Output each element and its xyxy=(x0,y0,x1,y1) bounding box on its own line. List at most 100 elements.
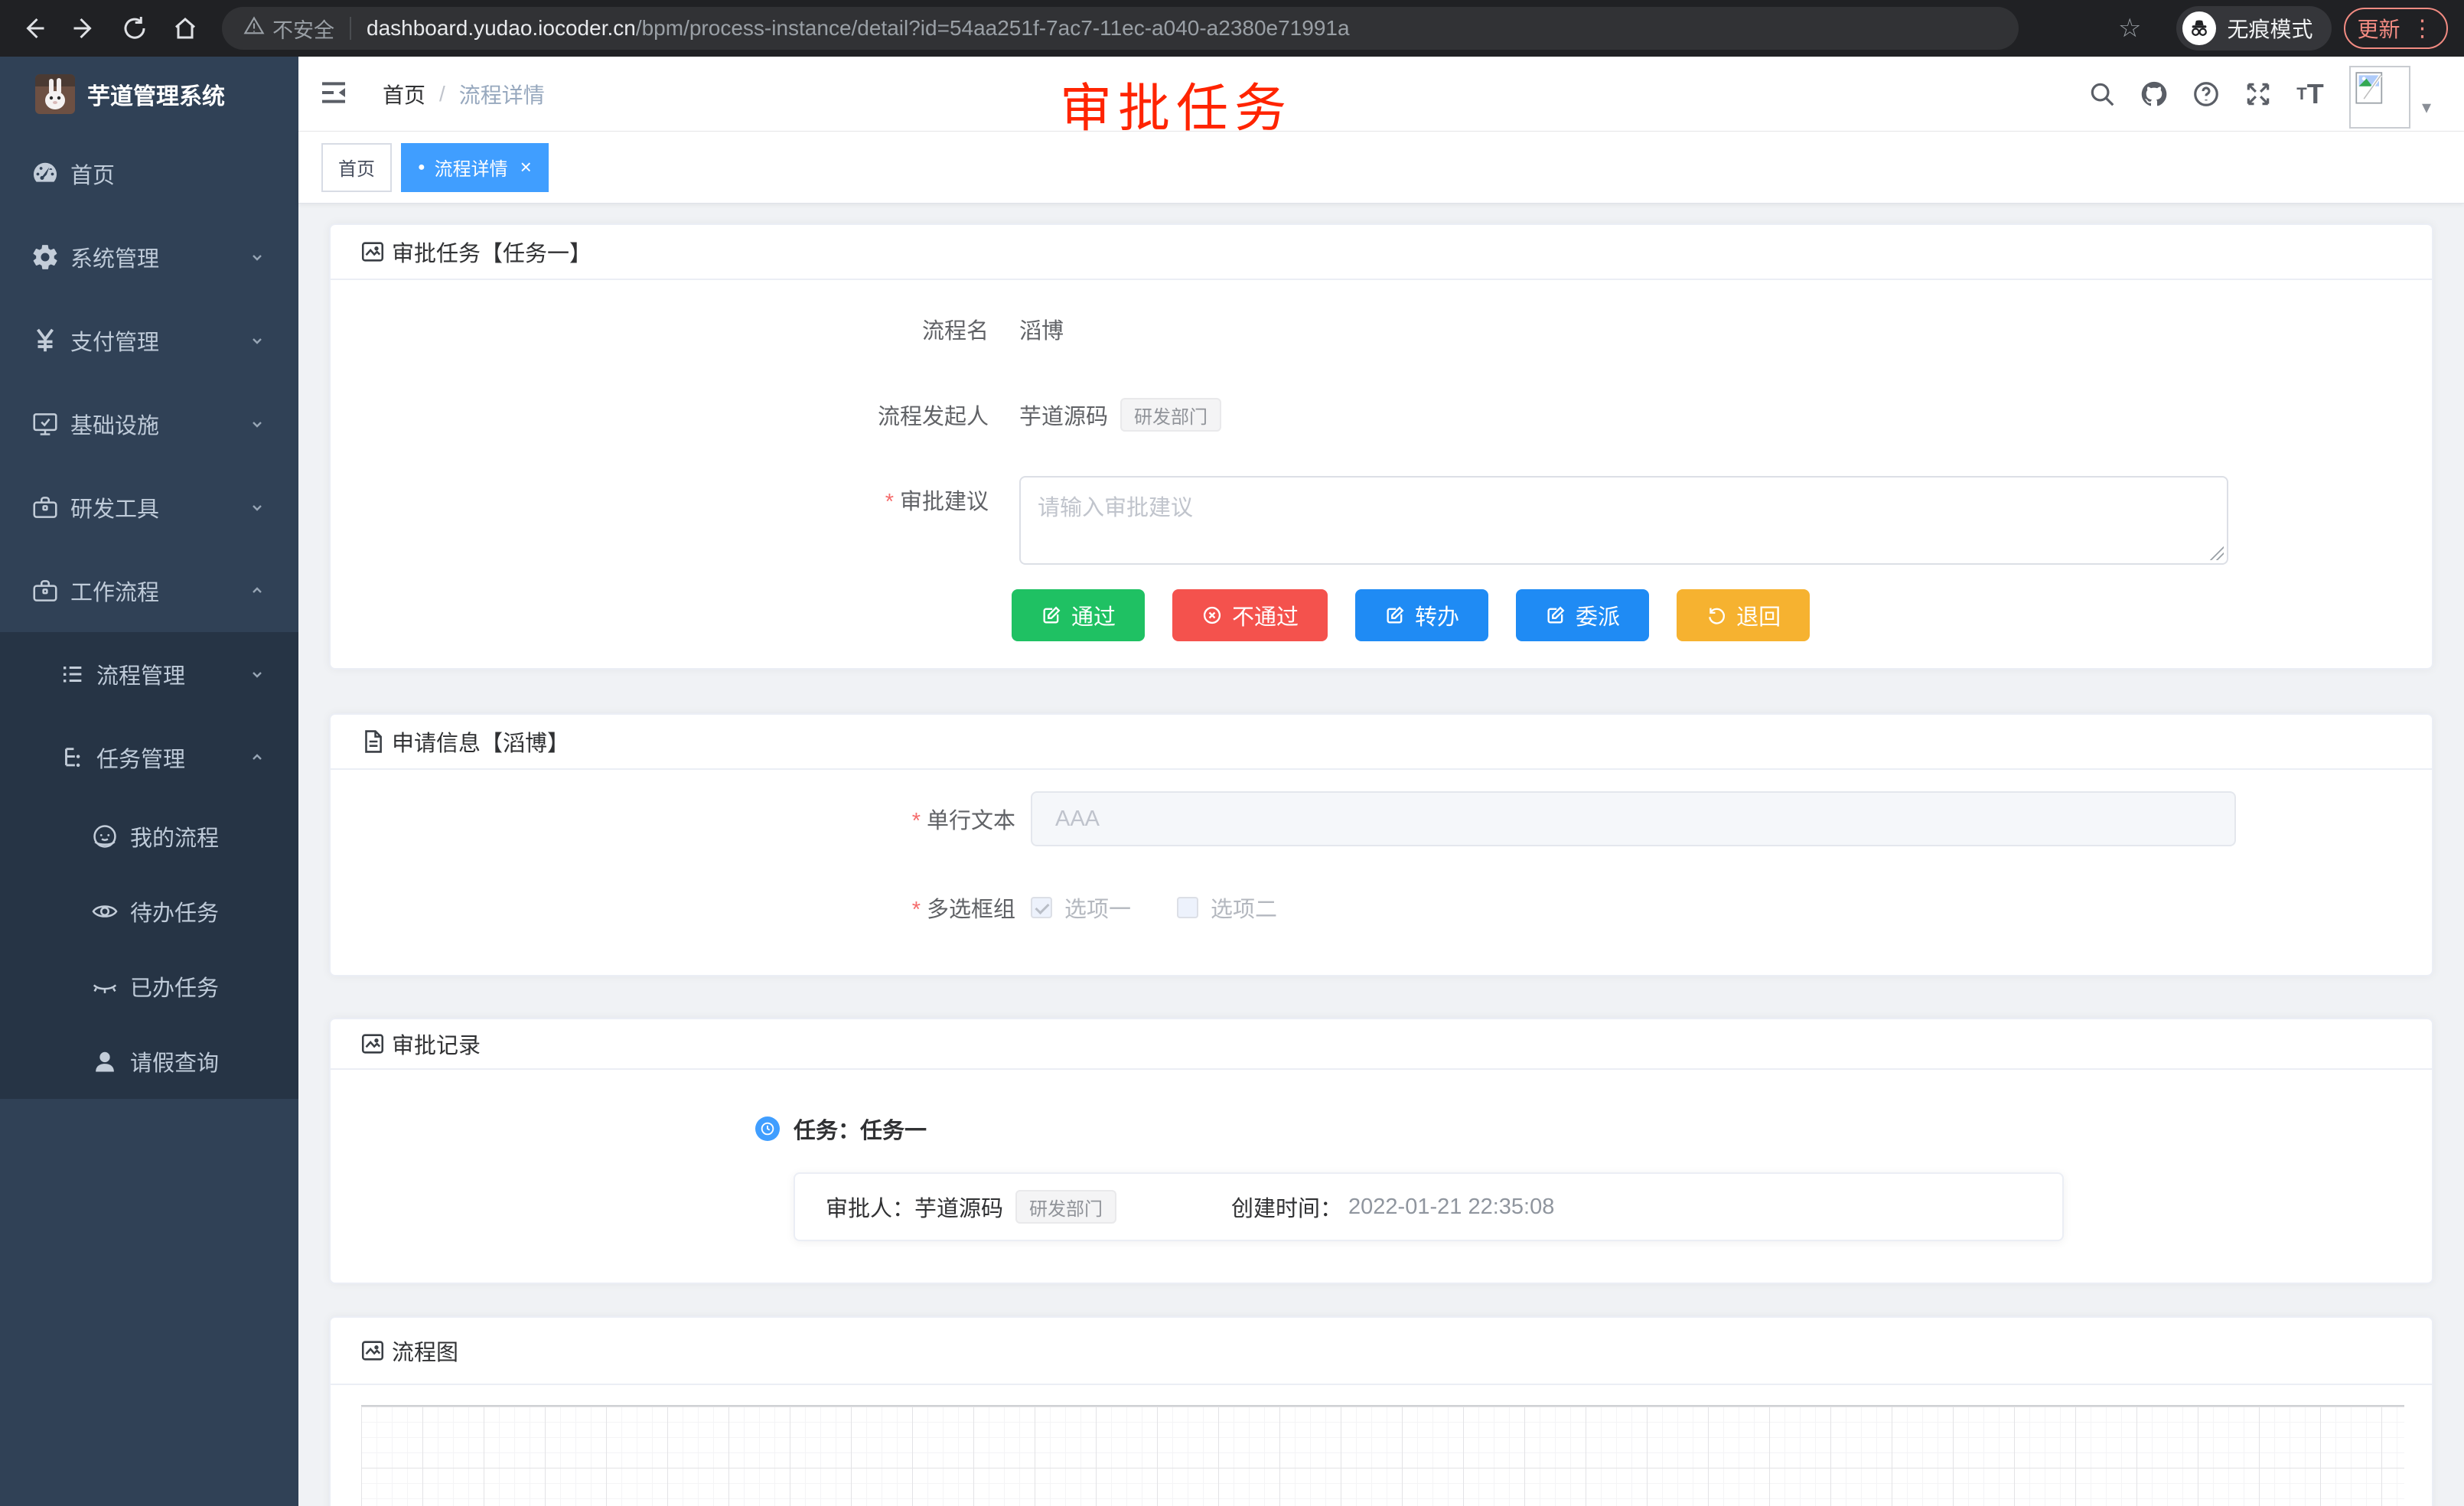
app-logo-row: 芋道管理系统 xyxy=(0,57,298,132)
picture-icon xyxy=(360,239,386,265)
picture-icon xyxy=(360,1031,386,1057)
breadcrumb-current: 流程详情 xyxy=(459,79,545,109)
sidebar-item-system[interactable]: 系统管理 xyxy=(0,215,298,298)
user-icon xyxy=(90,1047,119,1076)
sidebar-item-todo-tasks[interactable]: 待办任务 xyxy=(0,874,298,949)
edit-icon xyxy=(1384,605,1406,626)
eye-closed-icon xyxy=(90,972,119,1001)
chevron-down-icon xyxy=(248,665,266,683)
opinion-textarea-wrapper xyxy=(1019,476,2228,565)
chevron-up-icon xyxy=(248,748,266,767)
github-icon xyxy=(2140,80,2169,109)
assignee-label: 审批人： xyxy=(826,1191,914,1223)
yen-icon xyxy=(31,326,60,355)
eye-open-icon xyxy=(90,897,119,926)
app-header: 首页 / 流程详情 TT ▾ xyxy=(298,57,2464,132)
opinion-label: *审批建议 xyxy=(331,476,989,516)
question-circle-icon xyxy=(2192,80,2221,109)
annotation-text: 审批任务 xyxy=(1060,66,1292,142)
picture-icon xyxy=(360,1338,386,1364)
edit-icon xyxy=(1545,605,1566,626)
sidebar-item-workflow[interactable]: 工作流程 xyxy=(0,549,298,632)
sidebar-item-task-management[interactable]: 任务管理 xyxy=(0,716,298,799)
single-text-row: *单行文本 xyxy=(331,791,2432,846)
chevron-down-icon xyxy=(248,415,266,433)
sidebar-item-leave-query[interactable]: 请假查询 xyxy=(0,1024,298,1099)
card-title: 申请信息【滔博】 xyxy=(392,725,569,758)
checkbox-option-two-label: 选项二 xyxy=(1211,892,1277,924)
close-tab-icon[interactable]: × xyxy=(520,155,532,179)
incognito-badge: 无痕模式 xyxy=(2176,6,2331,51)
back-icon xyxy=(20,15,47,42)
incognito-icon xyxy=(2182,11,2216,45)
timeline-task-label: 任务：任务一 xyxy=(794,1113,927,1145)
avatar[interactable] xyxy=(2349,66,2410,129)
process-name-label: 流程名 xyxy=(331,313,989,345)
chevron-up-icon xyxy=(248,582,266,600)
github-button[interactable] xyxy=(2139,79,2169,109)
app-logo xyxy=(35,74,75,114)
not-secure-warning-icon xyxy=(243,15,265,42)
sidebar-item-done-tasks[interactable]: 已办任务 xyxy=(0,949,298,1024)
approval-record-item: 审批人： 芋道源码 研发部门 创建时间： 2022-01-21 22:35:08 xyxy=(794,1172,2064,1241)
approve-button[interactable]: 通过 xyxy=(1012,589,1145,641)
url-bar[interactable]: 不安全 dashboard.yudao.iocoder.cn/bpm/proce… xyxy=(222,7,2019,50)
card-title: 流程图 xyxy=(392,1335,458,1367)
refresh-left-icon xyxy=(1706,605,1727,626)
browser-update-button[interactable]: 更新 ⋮ xyxy=(2344,8,2448,49)
process-diagram-card-header: 流程图 xyxy=(331,1318,2432,1385)
checkbox-option-two xyxy=(1177,897,1198,918)
timeline-task-row: 任务：任务一 xyxy=(331,1113,2432,1145)
bookmark-star-icon[interactable]: ☆ xyxy=(2118,13,2141,44)
resize-grip-icon[interactable] xyxy=(2210,546,2224,560)
list-tree-icon xyxy=(60,661,86,687)
sidebar-collapse-button[interactable] xyxy=(318,77,352,111)
tab-process-detail[interactable]: ● 流程详情 × xyxy=(401,143,549,192)
forward-button[interactable] xyxy=(67,11,101,45)
checkbox-option-one-label: 选项一 xyxy=(1064,892,1131,924)
home-icon xyxy=(171,15,199,42)
font-size-small-icon: T xyxy=(2296,84,2306,104)
browser-menu-icon[interactable]: ⋮ xyxy=(2411,15,2434,42)
breadcrumb-home[interactable]: 首页 xyxy=(383,79,425,109)
bpmn-grid-canvas[interactable] xyxy=(361,1405,2404,1506)
search-button[interactable] xyxy=(2087,79,2117,109)
initiator-label: 流程发起人 xyxy=(331,399,989,431)
reload-button[interactable] xyxy=(118,11,152,45)
approval-task-card: 审批任务【任务一】 流程名 滔博 流程发起人 芋道源码 研发部门 *审批建议 xyxy=(329,223,2433,670)
help-button[interactable] xyxy=(2191,79,2221,109)
required-asterisk: * xyxy=(912,898,921,922)
header-actions: TT xyxy=(2087,57,2325,132)
sidebar-item-my-process[interactable]: 我的流程 xyxy=(0,799,298,874)
fullscreen-button[interactable] xyxy=(2243,79,2273,109)
avatar-caret-icon[interactable]: ▾ xyxy=(2422,96,2431,119)
sidebar-item-payment[interactable]: 支付管理 xyxy=(0,298,298,382)
tab-home[interactable]: 首页 xyxy=(321,143,392,192)
hamburger-fold-icon xyxy=(318,77,349,108)
opinion-textarea[interactable] xyxy=(1021,478,2227,563)
initiator-value: 芋道源码 xyxy=(1019,399,1108,431)
main-area: 首页 / 流程详情 TT ▾ 首页 xyxy=(298,57,2464,1506)
sidebar-item-home[interactable]: 首页 xyxy=(0,132,298,215)
checkbox-group-row: *多选框组 选项一 选项二 xyxy=(331,886,2432,929)
assignee-dept-tag: 研发部门 xyxy=(1015,1190,1116,1224)
application-info-card-header: 申请信息【滔博】 xyxy=(331,715,2432,770)
return-button[interactable]: 退回 xyxy=(1677,589,1810,641)
initiator-dept-tag: 研发部门 xyxy=(1120,398,1221,432)
sidebar-item-infrastructure[interactable]: 基础设施 xyxy=(0,382,298,465)
opinion-row: *审批建议 xyxy=(331,476,2432,565)
application-info-card: 申请信息【滔博】 *单行文本 *多选框组 选项一 选项二 xyxy=(329,713,2433,976)
sidebar-item-dev-tools[interactable]: 研发工具 xyxy=(0,465,298,549)
back-button[interactable] xyxy=(17,11,51,45)
sidebar-item-process-management[interactable]: 流程管理 xyxy=(0,632,298,716)
briefcase-icon xyxy=(31,576,60,605)
app-title: 芋道管理系统 xyxy=(87,77,225,111)
gear-icon xyxy=(31,243,60,272)
delegate-button[interactable]: 委派 xyxy=(1516,589,1649,641)
initiator-row: 流程发起人 芋道源码 研发部门 xyxy=(331,393,2432,436)
process-diagram-card: 流程图 xyxy=(329,1316,2433,1506)
transfer-button[interactable]: 转办 xyxy=(1355,589,1488,641)
reject-button[interactable]: 不通过 xyxy=(1172,589,1328,641)
font-size-button[interactable]: TT xyxy=(2295,79,2325,109)
home-button[interactable] xyxy=(168,11,202,45)
